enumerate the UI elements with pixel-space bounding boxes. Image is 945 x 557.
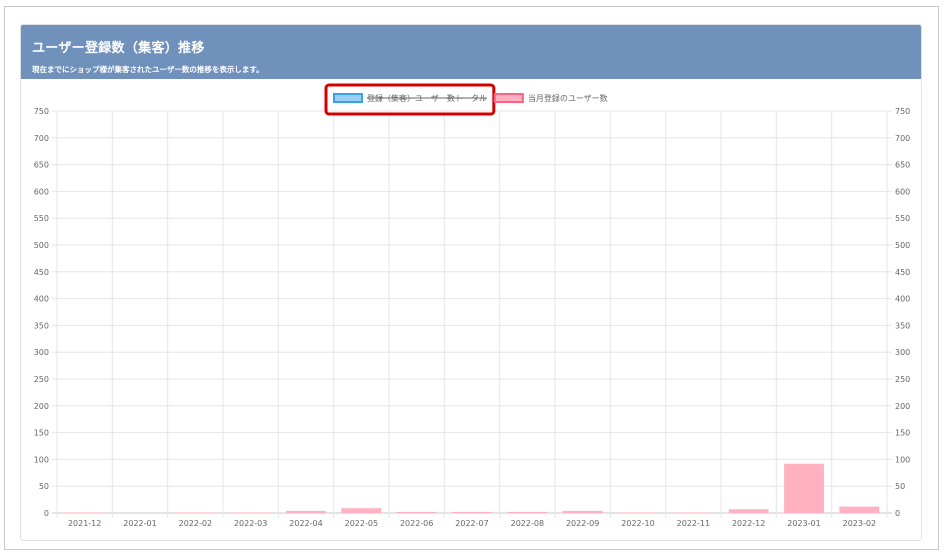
y-tick-label-left: 650 <box>34 161 49 170</box>
y-tick-label-right: 450 <box>895 268 910 277</box>
x-tick-label: 2022-11 <box>677 519 710 528</box>
y-tick-label-right: 750 <box>895 107 910 116</box>
x-axis: 2021-12 2022-01 2022-02 2022-03 2022-04 2022-… <box>68 519 876 528</box>
x-tick-label: 2022-02 <box>179 519 212 528</box>
y-tick-label-right: 200 <box>895 402 910 411</box>
bar-2022-04 <box>286 510 326 513</box>
bar-2022-08 <box>507 511 548 513</box>
x-tick-label: 2022-06 <box>400 519 433 528</box>
bar-2022-02 <box>175 512 216 513</box>
x-tick-label: 2022-12 <box>732 519 765 528</box>
y-tick-label-right: 600 <box>895 187 910 196</box>
bar-2022-06 <box>396 511 437 513</box>
x-tick-label: 2023-01 <box>787 519 820 528</box>
y-tick-label-left: 450 <box>34 268 49 277</box>
y-tick-label-left: 500 <box>34 241 49 250</box>
y-axis-right: 0 50 100 150 200 250 300 350 400 450 500 550 600 650 7… <box>895 107 910 518</box>
y-tick-label-left: 700 <box>34 134 49 143</box>
y-tick-label-left: 200 <box>34 402 49 411</box>
y-tick-label-right: 550 <box>895 214 910 223</box>
y-tick-label-left: 50 <box>39 482 49 491</box>
y-tick-label-right: 50 <box>895 482 905 491</box>
x-tick-label: 2022-03 <box>234 519 267 528</box>
y-tick-label-right: 350 <box>895 321 910 330</box>
bar-2022-12 <box>728 509 769 513</box>
y-tick-label-right: 650 <box>895 161 910 170</box>
y-tick-label-right: 300 <box>895 348 910 357</box>
bar-2023-01 <box>784 463 824 513</box>
x-tick-label: 2022-05 <box>345 519 378 528</box>
bar-2022-09 <box>562 510 603 513</box>
chart-grid <box>52 110 892 518</box>
bar-2021-12 <box>64 512 105 513</box>
y-tick-label-left: 550 <box>34 214 49 223</box>
x-tick-label: 2023-02 <box>843 519 876 528</box>
bar-2022-03 <box>230 512 271 513</box>
bar-2022-10 <box>618 512 658 513</box>
user-registration-chart: 0501001502002503003504004505005506006507… <box>34 83 910 528</box>
x-tick-label: 2022-10 <box>621 519 654 528</box>
y-tick-label-left: 400 <box>34 295 49 304</box>
legend-item-1[interactable]: 登録（集客）ユーザー数トータル <box>333 93 487 103</box>
y-tick-label-left: 300 <box>34 348 49 357</box>
y-tick-label-left: 100 <box>34 455 49 464</box>
bar-2022-05 <box>341 508 382 513</box>
y-tick-label-left: 150 <box>34 429 49 438</box>
legend-item-2[interactable]: 当月登録のユーザー数 <box>493 93 608 103</box>
y-tick-label-left: 0 <box>44 509 49 518</box>
y-tick-label-left: 600 <box>34 187 49 196</box>
x-tick-label: 2022-08 <box>511 519 544 528</box>
x-tick-label: 2022-01 <box>123 519 156 528</box>
bar-2022-07 <box>452 511 492 513</box>
legend-swatch[interactable] <box>333 93 363 103</box>
y-tick-label-right: 150 <box>895 429 910 438</box>
y-tick-label-right: 700 <box>895 134 910 143</box>
bar-2023-02 <box>839 506 880 513</box>
y-tick-label-right: 500 <box>895 241 910 250</box>
legend-swatch[interactable] <box>493 93 524 103</box>
legend-label[interactable]: 当月登録のユーザー数 <box>528 93 608 103</box>
x-tick-label: 2022-07 <box>455 519 488 528</box>
chart-legend: 登録（集客）ユーザー数トータル 当月登録のユーザー数 <box>324 83 608 116</box>
y-tick-label-left: 750 <box>34 107 49 116</box>
y-tick-label-right: 0 <box>895 509 900 518</box>
bar-series <box>64 463 880 513</box>
y-axis-left: 0 50 100 150 200 250 300 350 400 450 500 550 600 650 7… <box>34 107 49 518</box>
x-tick-label: 2022-09 <box>566 519 599 528</box>
x-tick-label: 2022-04 <box>289 519 322 528</box>
y-tick-label-left: 350 <box>34 321 49 330</box>
y-tick-label-right: 250 <box>895 375 910 384</box>
y-tick-label-right: 400 <box>895 295 910 304</box>
bar-2022-11 <box>673 512 714 513</box>
y-tick-label-right: 100 <box>895 455 910 464</box>
y-tick-label-left: 250 <box>34 375 49 384</box>
x-tick-label: 2021-12 <box>68 519 101 528</box>
